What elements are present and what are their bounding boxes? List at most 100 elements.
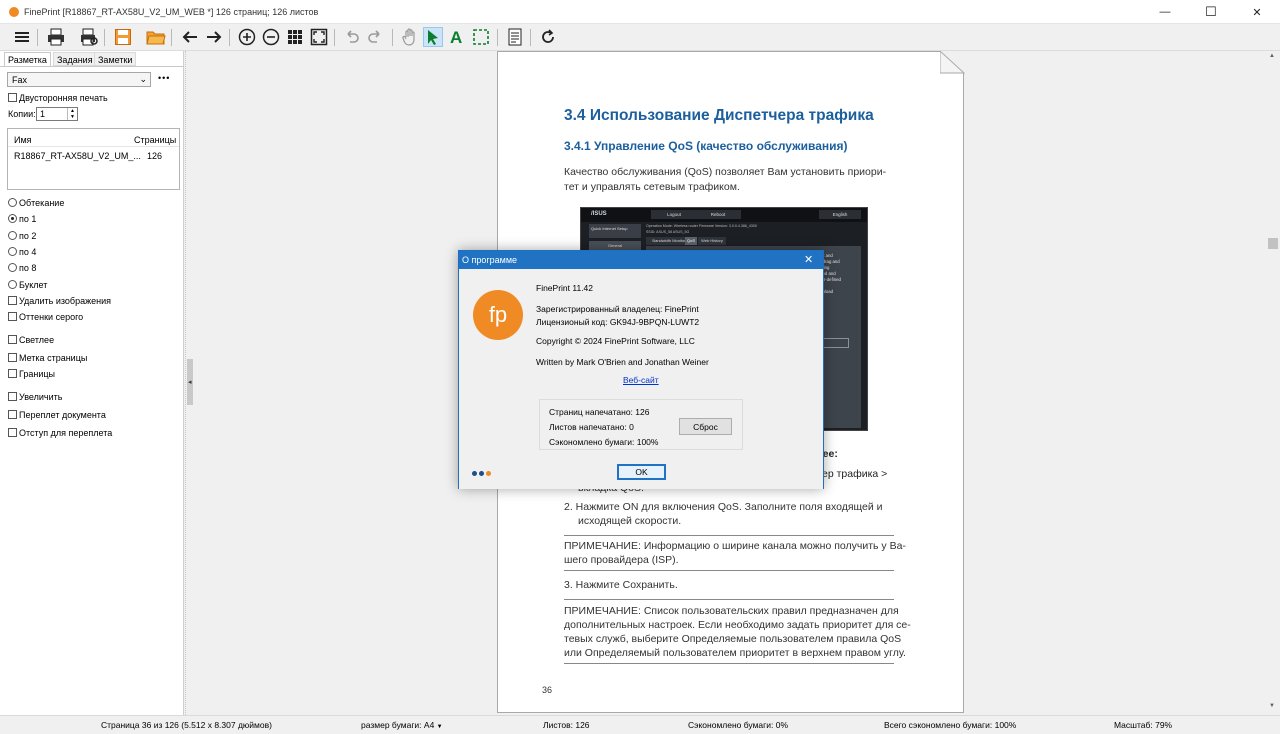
tab-jobs[interactable]: Задания — [53, 52, 97, 66]
duplex-checkbox[interactable] — [8, 93, 17, 102]
router-sidebar-setup: Quick Internet Setup — [589, 224, 641, 238]
print-icon[interactable] — [46, 27, 66, 47]
job-row-pages: 126 — [147, 151, 163, 161]
tab-notes[interactable]: Заметки — [94, 52, 137, 66]
page-stamp-checkbox[interactable] — [8, 353, 17, 362]
grayscale-checkbox[interactable] — [8, 312, 17, 321]
radio-2-up-label: по 2 — [19, 231, 37, 241]
radio-booklet-label: Буклет — [19, 280, 48, 290]
intro-line-2: тет и управлять сетевым трафиком. — [564, 181, 740, 193]
radio-2-up[interactable] — [8, 231, 17, 240]
duplex-label: Двусторонняя печать — [19, 93, 108, 103]
note-2-line-1: ПРИМЕЧАНИЕ: Список пользовательских прав… — [564, 605, 899, 617]
text-tool-icon[interactable]: A — [447, 27, 467, 47]
redo-icon[interactable] — [365, 27, 385, 47]
router-ssid-line: SSID: ASUS_58 ASUS_5G — [646, 230, 690, 234]
menu-icon[interactable] — [12, 27, 32, 47]
scroll-down-icon[interactable]: ▼ — [1269, 703, 1275, 709]
tab-layout[interactable]: Разметка — [4, 52, 51, 66]
scroll-up-icon[interactable]: ▲ — [1269, 53, 1275, 59]
stat-sheets-printed: Листов напечатано: 0 — [549, 422, 634, 432]
toolbar: A — [0, 24, 1280, 51]
router-status-line: Operation Mode: Wireless router Firmware… — [646, 224, 757, 228]
step-3: 3. Нажмите Сохранить. — [564, 579, 678, 591]
hand-icon[interactable] — [400, 27, 420, 47]
note-2-line-4: или Определяемый пользователем приоритет… — [564, 647, 906, 659]
scroll-thumb[interactable] — [1268, 238, 1278, 249]
select-tool-icon[interactable] — [471, 27, 491, 47]
website-link[interactable]: Веб-сайт — [623, 375, 659, 385]
save-icon[interactable] — [113, 27, 133, 47]
radio-4-up[interactable] — [8, 247, 17, 256]
vertical-scrollbar[interactable]: ▲ ▼ — [1266, 51, 1280, 715]
copies-value: 1 — [40, 109, 46, 119]
note-1-line-1: ПРИМЕЧАНИЕ: Информацию о ширине канала м… — [564, 540, 906, 552]
print-preview-icon[interactable] — [79, 27, 99, 47]
hidden-text-2: ер трафика > — [822, 468, 888, 480]
enlarge-checkbox[interactable] — [8, 392, 17, 401]
binding-checkbox[interactable] — [8, 410, 17, 419]
jobs-table: Имя Страницы R18867_RT-AX58U_V2_UM_... 1… — [7, 128, 180, 190]
lighter-checkbox[interactable] — [8, 335, 17, 344]
radio-booklet[interactable] — [8, 280, 17, 289]
jobs-header-pages: Страницы — [134, 135, 177, 145]
stats-group: Страниц напечатано: 126 Листов напечатан… — [539, 399, 743, 450]
ok-button[interactable]: OK — [617, 464, 666, 480]
left-panel: Разметка Задания Заметки Fax ⌄ ••• Двуст… — [0, 51, 184, 715]
document-icon[interactable] — [505, 27, 525, 47]
maximize-button[interactable]: ☐ — [1188, 0, 1234, 24]
asus-logo: /ISUS — [591, 211, 607, 217]
paper-size-value: размер бумаги: A4 — [361, 720, 435, 730]
chevron-down-icon: ⌄ — [139, 74, 147, 84]
binding-label: Переплет документа — [19, 410, 106, 420]
note-2-line-2: дополнительных настроек. Если необходимо… — [564, 619, 911, 631]
back-icon[interactable] — [180, 27, 200, 47]
minimize-button[interactable]: — — [1142, 0, 1188, 24]
printer-select[interactable]: Fax ⌄ — [7, 72, 151, 87]
radio-4-up-label: по 4 — [19, 247, 37, 257]
dialog-title-bar: О программе ✕ — [459, 251, 823, 269]
gutter-checkbox[interactable] — [8, 428, 17, 437]
step-2-line-2: исходящей скорости. — [578, 515, 682, 527]
copies-stepper[interactable]: ▲ ▼ — [67, 108, 77, 120]
remove-images-label: Удалить изображения — [19, 296, 111, 306]
borders-checkbox[interactable] — [8, 369, 17, 378]
refresh-icon[interactable] — [538, 27, 558, 47]
more-options-button[interactable]: ••• — [158, 73, 170, 83]
undo-icon[interactable] — [342, 27, 362, 47]
radio-1-up[interactable] — [8, 214, 17, 223]
jobs-header-name: Имя — [14, 135, 32, 145]
enlarge-label: Увеличить — [19, 392, 63, 402]
grid-icon[interactable] — [285, 27, 305, 47]
logout-button: Logout — [651, 210, 697, 219]
fit-page-icon[interactable] — [309, 27, 329, 47]
dialog-close-icon[interactable]: ✕ — [804, 253, 813, 266]
status-paper-size[interactable]: размер бумаги: A4 ▼ — [361, 720, 443, 730]
status-page-info: Страница 36 из 126 (5.512 x 8.307 дюймов… — [101, 720, 272, 730]
status-total-saved: Всего сэкономлено бумаги: 100% — [884, 720, 1017, 730]
about-dialog: О программе ✕ fp FinePrint 11.42 Зарегис… — [458, 250, 824, 489]
radio-wrap[interactable] — [8, 198, 17, 207]
close-button[interactable]: ✕ — [1234, 0, 1280, 24]
job-row-name[interactable]: R18867_RT-AX58U_V2_UM_... — [14, 151, 141, 161]
forward-icon[interactable] — [204, 27, 224, 47]
collapse-arrow-icon: ◂ — [188, 379, 192, 386]
status-bar: Страница 36 из 126 (5.512 x 8.307 дюймов… — [0, 715, 1280, 734]
remove-images-checkbox[interactable] — [8, 296, 17, 305]
dialog-license: Лицензионый код: GK94J-9BPQN-LUWT2 — [536, 317, 700, 327]
zoom-in-icon[interactable] — [237, 27, 257, 47]
status-saved: Сэкономлено бумаги: 0% — [688, 720, 789, 730]
zoom-out-icon[interactable] — [261, 27, 281, 47]
gutter-label: Отступ для переплета — [19, 428, 113, 438]
page-heading: 3.4 Использование Диспетчера трафика — [564, 107, 874, 124]
splitter-handle[interactable]: ◂ — [187, 359, 193, 405]
pointer-icon[interactable] — [423, 27, 443, 47]
language-button: English — [819, 210, 861, 219]
reset-button[interactable]: Сброс — [679, 418, 732, 435]
radio-8-up[interactable] — [8, 263, 17, 272]
dialog-title: О программе — [462, 255, 518, 265]
copies-input[interactable]: 1 ▲ ▼ — [36, 107, 78, 121]
grayscale-label: Оттенки серого — [19, 312, 84, 322]
open-folder-icon[interactable] — [146, 27, 166, 47]
intro-line-1: Качество обслуживания (QoS) позволяет Ва… — [564, 166, 887, 178]
